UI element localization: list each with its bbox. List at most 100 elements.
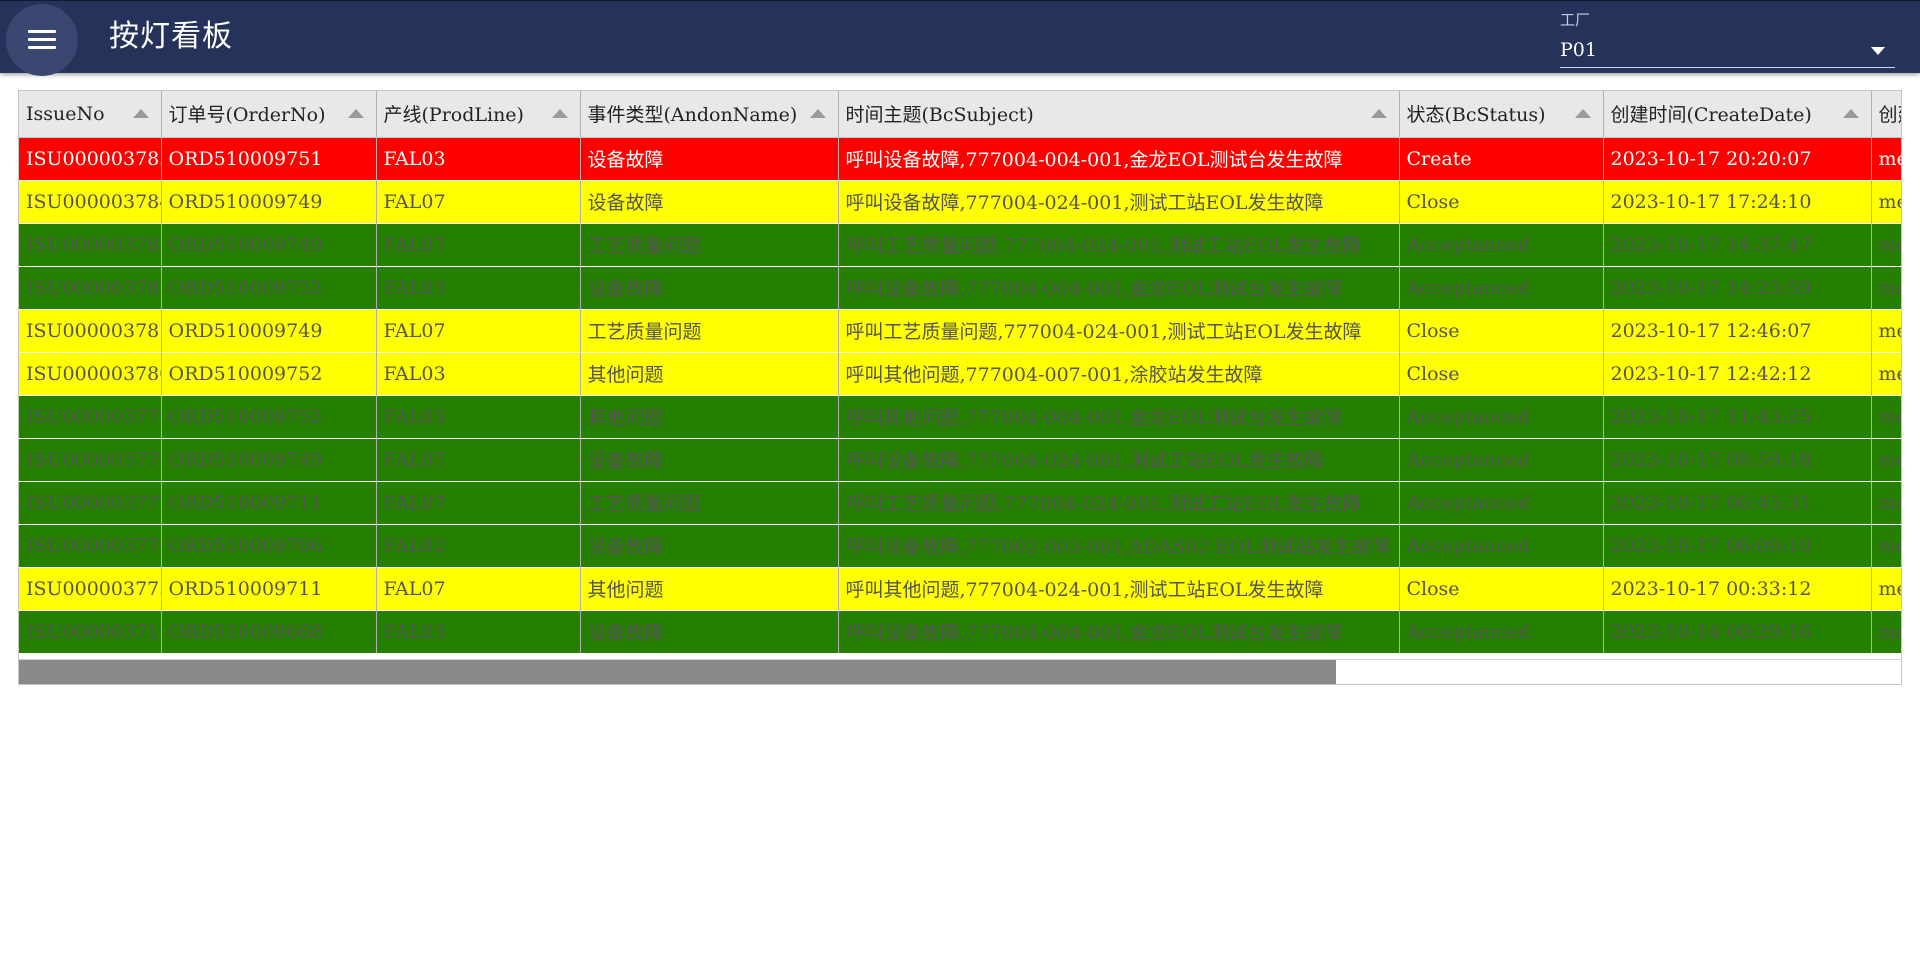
subject-cell: 呼叫设备故障,777004-004-001,金龙EOL测试台发生故障 — [838, 266, 1400, 309]
table-row[interactable]: ISU000003719 ORD510009668 FAL03 设备故障 呼叫设备故障,… — [19, 610, 1901, 653]
issue-no-cell: ISU000003780 — [19, 352, 162, 395]
menu-button[interactable] — [6, 4, 78, 76]
create-date-cell: 2023-10-17 06:09:10 — [1603, 524, 1872, 567]
create-date-cell: 2023-10-17 06:45:31 — [1603, 481, 1872, 524]
prod-line-cell: FAL07 — [376, 481, 581, 524]
scrollbar-thumb[interactable] — [19, 660, 1337, 684]
column-header-prodline[interactable]: 产线(ProdLine) — [376, 91, 581, 138]
prod-line-cell: FAL03 — [376, 395, 581, 438]
status-cell: Acceptanced — [1399, 266, 1604, 309]
andon-name-cell: 其他问题 — [580, 395, 839, 438]
sort-asc-icon — [347, 109, 364, 118]
table-row[interactable]: ISU000003780 ORD510009752 FAL03 其他问题 呼叫其他问题,… — [19, 352, 1901, 395]
column-header-bcstatus[interactable]: 状态(BcStatus) — [1399, 91, 1604, 138]
creator-cell: mes — [1871, 567, 1901, 610]
issue-no-cell: ISU000003776 — [19, 524, 162, 567]
order-no-cell: ORD510009751 — [161, 137, 377, 180]
status-cell: Close — [1399, 352, 1604, 395]
table-row[interactable]: ISU000003776 ORD510009706 FAL02 设备故障 呼叫设备故障,… — [19, 524, 1901, 567]
column-header-creator[interactable]: 创建 — [1871, 91, 1902, 138]
prod-line-cell: FAL07 — [376, 567, 581, 610]
table-row[interactable]: ISU000003784 ORD510009749 FAL07 设备故障 呼叫设备故障,… — [19, 180, 1901, 223]
issue-no-cell: ISU000003719 — [19, 610, 162, 653]
issue-no-cell: ISU000003775 — [19, 567, 162, 610]
column-header-issueno[interactable]: IssueNo — [19, 91, 162, 138]
prod-line-cell: FAL07 — [376, 223, 581, 266]
andon-name-cell: 设备故障 — [580, 610, 839, 653]
table-row[interactable]: ISU000003778 ORD510009749 FAL07 设备故障 呼叫设备故障,… — [19, 438, 1901, 481]
issue-no-cell: ISU000003777 — [19, 481, 162, 524]
column-header-andonname[interactable]: 事件类型(AndonName) — [580, 91, 839, 138]
subject-cell: 呼叫设备故障,777004-024-001,测试工站EOL发生故障 — [838, 438, 1400, 481]
column-label: 创建 — [1878, 104, 1902, 127]
create-date-cell: 2023-10-17 12:46:07 — [1603, 309, 1872, 352]
subject-cell: 呼叫设备故障,777004-004-001,金龙EOL测试台发生故障 — [838, 610, 1400, 653]
horizontal-scrollbar[interactable] — [19, 659, 1901, 684]
andon-name-cell: 设备故障 — [580, 266, 839, 309]
create-date-cell: 2023-10-17 12:42:12 — [1603, 352, 1872, 395]
status-cell: Acceptanced — [1399, 524, 1604, 567]
prod-line-cell: FAL03 — [376, 610, 581, 653]
column-header-orderno[interactable]: 订单号(OrderNo) — [161, 91, 377, 138]
andon-name-cell: 设备故障 — [580, 438, 839, 481]
andon-name-cell: 其他问题 — [580, 352, 839, 395]
prod-line-cell: FAL07 — [376, 438, 581, 481]
table-row[interactable]: ISU000003785 ORD510009751 FAL03 设备故障 呼叫设备故障,… — [19, 137, 1901, 180]
create-date-cell: 2023-10-17 08:59:18 — [1603, 438, 1872, 481]
table-row[interactable]: ISU000003775 ORD510009711 FAL07 其他问题 呼叫其他问题,… — [19, 567, 1901, 610]
table-row[interactable]: ISU000003783 ORD510009749 FAL07 工艺质量问题 呼叫工艺质… — [19, 223, 1901, 266]
andon-name-cell: 设备故障 — [580, 137, 839, 180]
table-row[interactable]: ISU000003781 ORD510009749 FAL07 工艺质量问题 呼叫工艺质… — [19, 309, 1901, 352]
column-label: 产线(ProdLine) — [383, 104, 524, 127]
status-cell: Acceptanced — [1399, 481, 1604, 524]
issues-grid: IssueNo 订单号(OrderNo) 产线(ProdLine) 事件类型(A… — [18, 90, 1902, 685]
subject-cell: 呼叫设备故障,777004-004-001,金龙EOL测试台发生故障 — [838, 137, 1400, 180]
column-label: IssueNo — [26, 103, 105, 126]
prod-line-cell: FAL07 — [376, 309, 581, 352]
order-no-cell: ORD510009711 — [161, 481, 377, 524]
order-no-cell: ORD510009706 — [161, 524, 377, 567]
column-label: 创建时间(CreateDate) — [1610, 104, 1812, 127]
create-date-cell: 2023-10-17 14:25:59 — [1603, 266, 1872, 309]
sort-asc-icon — [809, 109, 826, 118]
sort-asc-icon — [1574, 109, 1591, 118]
create-date-cell: 2023-10-17 11:43:25 — [1603, 395, 1872, 438]
page-title: 按灯看板 — [109, 19, 233, 54]
column-header-bcsubject[interactable]: 时间主题(BcSubject) — [838, 91, 1400, 138]
issue-no-cell: ISU000003778 — [19, 438, 162, 481]
andon-name-cell: 设备故障 — [580, 524, 839, 567]
issue-no-cell: ISU000003783 — [19, 223, 162, 266]
app-bar: 按灯看板 工厂 P01 — [0, 0, 1920, 76]
order-no-cell: ORD510009752 — [161, 266, 377, 309]
column-header-createdate[interactable]: 创建时间(CreateDate) — [1603, 91, 1872, 138]
creator-cell: mes — [1871, 266, 1901, 309]
order-no-cell: ORD510009749 — [161, 223, 377, 266]
andon-name-cell: 设备故障 — [580, 180, 839, 223]
prod-line-cell: FAL03 — [376, 137, 581, 180]
table-row[interactable]: ISU000003779 ORD510009752 FAL03 其他问题 呼叫其他问题,… — [19, 395, 1901, 438]
creator-cell: mes — [1871, 395, 1901, 438]
factory-dropdown[interactable]: P01 — [1560, 33, 1895, 68]
table-row[interactable]: ISU000003777 ORD510009711 FAL07 工艺质量问题 呼叫工艺质… — [19, 481, 1901, 524]
prod-line-cell: FAL02 — [376, 524, 581, 567]
create-date-cell: 2023-10-17 14:37:47 — [1603, 223, 1872, 266]
table-row[interactable]: ISU000003782 ORD510009752 FAL03 设备故障 呼叫设备故障,… — [19, 266, 1901, 309]
subject-cell: 呼叫其他问题,777004-024-001,测试工站EOL发生故障 — [838, 567, 1400, 610]
status-cell: Close — [1399, 567, 1604, 610]
sort-asc-icon — [551, 109, 568, 118]
factory-label: 工厂 — [1560, 11, 1591, 29]
issues-table: IssueNo 订单号(OrderNo) 产线(ProdLine) 事件类型(A… — [19, 91, 1902, 653]
subject-cell: 呼叫工艺质量问题,777004-024-001,测试工站EOL发生故障 — [838, 481, 1400, 524]
create-date-cell: 2023-10-17 17:24:10 — [1603, 180, 1872, 223]
order-no-cell: ORD510009668 — [161, 610, 377, 653]
status-cell: Close — [1399, 309, 1604, 352]
status-cell: Acceptanced — [1399, 438, 1604, 481]
creator-cell: mes — [1871, 223, 1901, 266]
subject-cell: 呼叫工艺质量问题,777004-024-001,测试工站EOL发生故障 — [838, 223, 1400, 266]
sort-asc-icon — [1370, 109, 1387, 118]
status-cell: Acceptanced — [1399, 395, 1604, 438]
creator-cell: mes — [1871, 524, 1901, 567]
prod-line-cell: FAL03 — [376, 266, 581, 309]
order-no-cell: ORD510009752 — [161, 395, 377, 438]
creator-cell: mes — [1871, 438, 1901, 481]
